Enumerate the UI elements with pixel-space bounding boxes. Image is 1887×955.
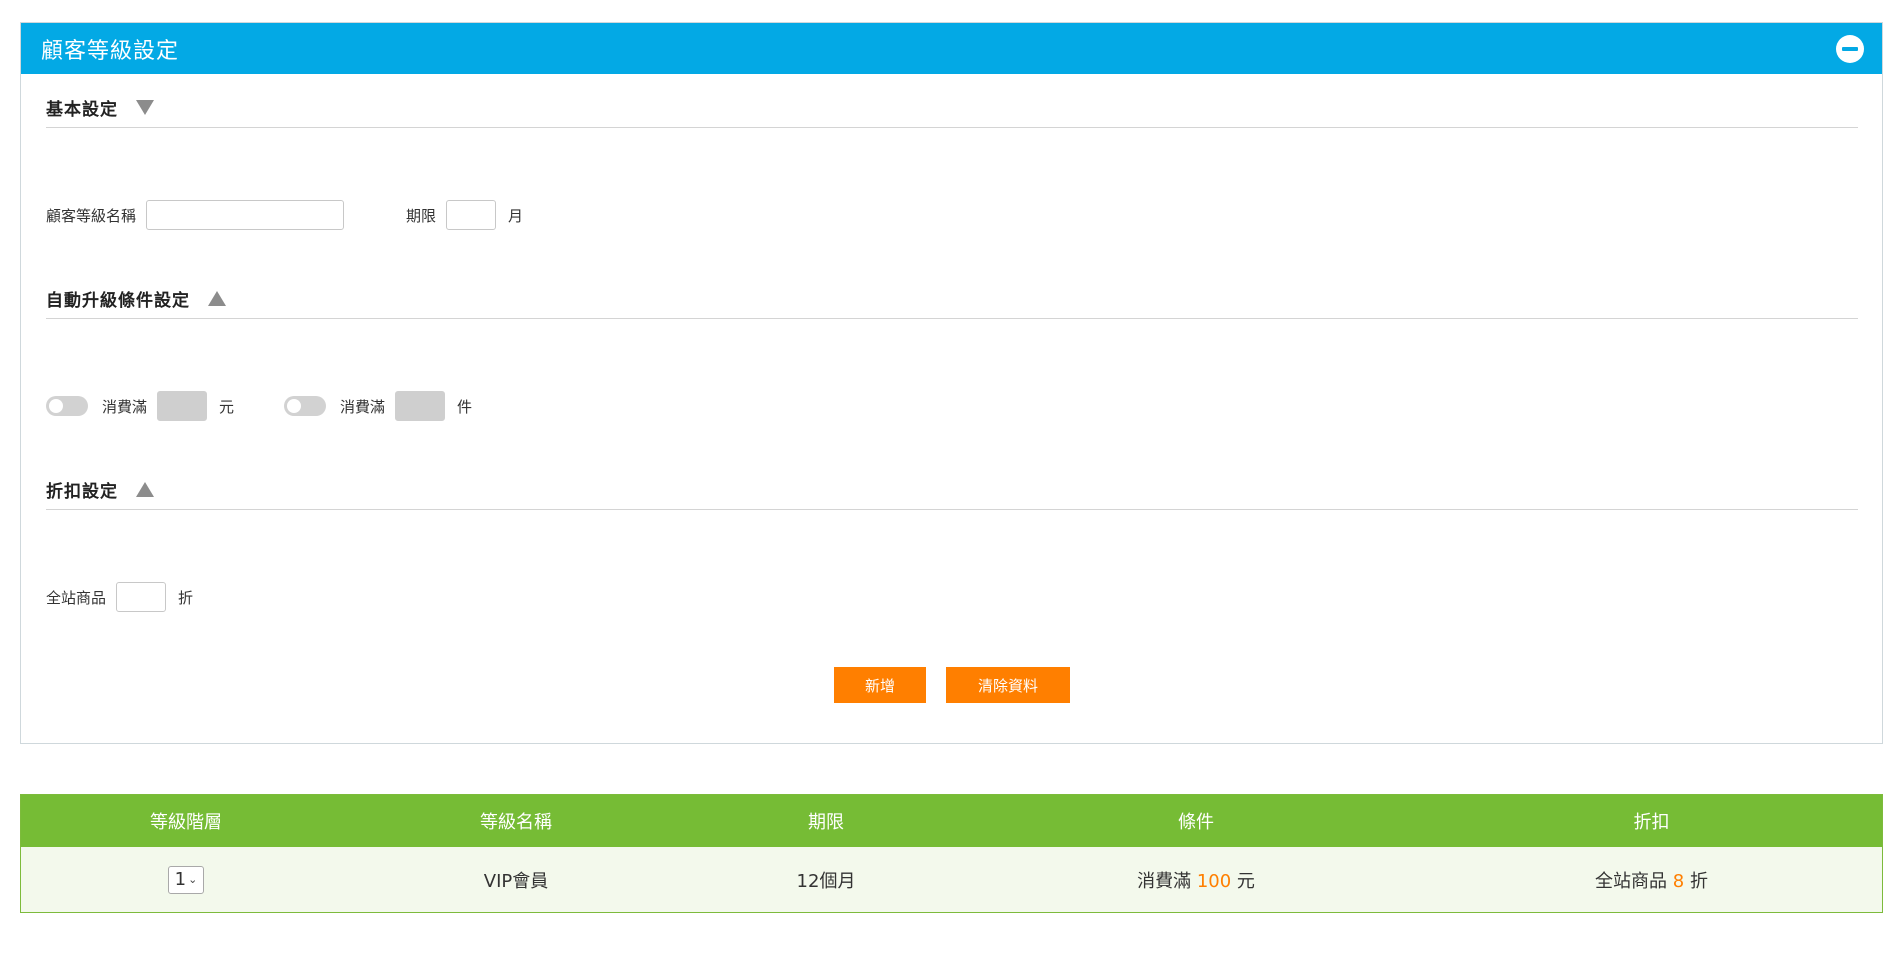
customer-level-panel: 顧客等級設定 基本設定 顧客等級名稱 期限 月 自動升級條件設定 消費滿 元 消…: [20, 22, 1883, 744]
basic-settings-header[interactable]: 基本設定: [46, 88, 1858, 128]
panel-header: 顧客等級設定: [21, 23, 1882, 74]
discount-cell: 全站商品 8 折: [1421, 867, 1882, 893]
basic-settings-section: 基本設定 顧客等級名稱 期限 月: [46, 88, 1858, 230]
level-select[interactable]: 1 ⌄: [168, 865, 204, 894]
col-name-header: 等級名稱: [480, 812, 552, 833]
discount-title: 折扣設定: [46, 482, 118, 502]
level-table: 等級階層 等級名稱 期限 條件 折扣 1 ⌄ VIP會員 12個月 消費滿 10…: [20, 794, 1883, 913]
col-period-header: 期限: [808, 812, 844, 833]
cond1-toggle[interactable]: [46, 396, 88, 416]
cond1-label: 消費滿: [102, 397, 148, 416]
col-condition-header: 條件: [1178, 812, 1214, 833]
level-cell: 1 ⌄: [21, 865, 351, 894]
site-discount-input[interactable]: [116, 582, 167, 612]
period-input[interactable]: [446, 200, 497, 230]
panel-title: 顧客等級設定: [41, 38, 180, 64]
chevron-down-icon: ⌄: [188, 873, 198, 886]
condition-value: 100: [1196, 870, 1232, 892]
discount-value: 8: [1672, 870, 1685, 892]
triangle-up-icon[interactable]: [208, 291, 226, 306]
period-cell: 12個月: [796, 870, 856, 892]
discount-section: 折扣設定 全站商品 折: [46, 470, 1858, 612]
site-discount-unit: 折: [178, 588, 194, 607]
discount-header[interactable]: 折扣設定: [46, 470, 1858, 510]
triangle-up-icon[interactable]: [136, 482, 154, 497]
upgrade-row: 消費滿 元 消費滿 件: [46, 391, 472, 421]
cond1-unit: 元: [219, 397, 235, 416]
condition-cell: 消費滿 100 元: [971, 867, 1421, 893]
cond2-quantity-input[interactable]: [395, 391, 446, 421]
cond2-unit: 件: [457, 397, 473, 416]
table-header: 等級階層 等級名稱 期限 條件 折扣: [21, 795, 1882, 847]
basic-settings-row: 顧客等級名稱 期限 月: [46, 200, 523, 230]
upgrade-title: 自動升級條件設定: [46, 291, 190, 311]
level-name-input[interactable]: [146, 200, 345, 230]
period-unit: 月: [508, 206, 524, 225]
cond2-toggle[interactable]: [284, 396, 327, 416]
period-label: 期限: [406, 206, 437, 225]
table-row: 1 ⌄ VIP會員 12個月 消費滿 100 元 全站商品 8 折: [21, 847, 1882, 912]
cond2-label: 消費滿: [340, 397, 386, 416]
cond1-amount-input[interactable]: [157, 391, 208, 421]
discount-row: 全站商品 折: [46, 582, 193, 612]
collapse-icon[interactable]: [1836, 34, 1864, 63]
upgrade-header[interactable]: 自動升級條件設定: [46, 279, 1858, 319]
col-discount-header: 折扣: [1633, 812, 1670, 833]
name-cell: VIP會員: [483, 870, 549, 892]
discount-prefix: 全站商品: [1595, 870, 1668, 892]
triangle-down-icon[interactable]: [136, 100, 154, 115]
level-select-value: 1: [174, 869, 187, 890]
upgrade-section: 自動升級條件設定 消費滿 元 消費滿 件: [46, 279, 1858, 421]
condition-prefix: 消費滿: [1137, 870, 1192, 892]
basic-settings-title: 基本設定: [46, 100, 118, 120]
clear-button[interactable]: 清除資料: [946, 667, 1070, 703]
condition-unit: 元: [1236, 870, 1255, 892]
add-button[interactable]: 新增: [834, 667, 926, 703]
level-name-label: 顧客等級名稱: [46, 206, 137, 225]
col-level-header: 等級階層: [150, 812, 222, 833]
discount-unit: 折: [1689, 870, 1708, 892]
site-discount-label: 全站商品: [46, 588, 107, 607]
